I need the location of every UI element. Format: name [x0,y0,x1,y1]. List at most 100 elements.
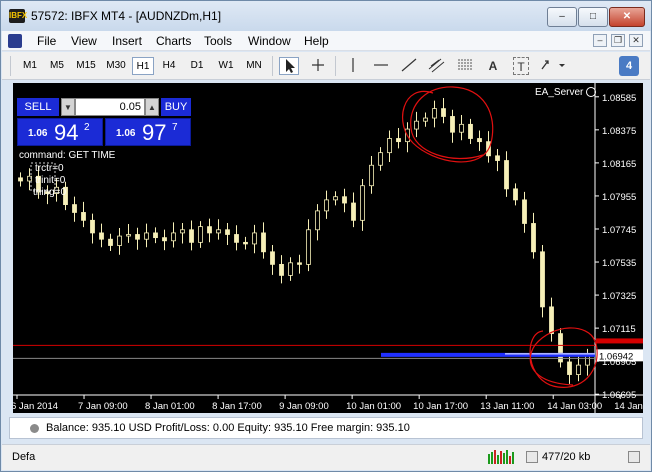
close-button[interactable]: ✕ [609,7,645,27]
candle-body [459,123,464,133]
candle-body [432,108,437,119]
sell-quote-fraction: 2 [84,122,90,133]
timeframe-w1[interactable]: W1 [214,57,238,75]
candle-body [378,152,383,166]
horizontal-line-icon[interactable] [371,57,391,75]
trendline-icon[interactable] [399,57,419,75]
timeframe-m30[interactable]: M30 [102,57,130,75]
candle-body [387,138,392,154]
vertical-line-icon[interactable] [343,57,363,75]
connection-status-icon [526,451,538,463]
fibonacci-icon[interactable] [455,57,475,75]
mdi-close-button[interactable]: ✕ [629,34,643,47]
buy-button[interactable]: BUY [161,98,191,116]
candle-body [189,229,194,243]
bid-price-label: 1.06942 [599,351,633,362]
candle-body [261,232,266,253]
equidistant-channel-icon[interactable] [427,57,447,75]
y-tick-label: 1.08375 [602,126,636,137]
candle-body [243,241,248,245]
candle-body [18,177,23,182]
crosshair-icon[interactable] [308,57,328,75]
x-tick-label: 13 Jan 11:00 [480,401,534,412]
x-tick-label: 9 Jan 09:00 [279,401,329,412]
sell-quote[interactable]: 1.06 94 2 [17,118,103,146]
candle-body [162,237,167,242]
candle-body [504,160,509,190]
candle-body [252,232,257,245]
toolbar-separator-2 [335,56,336,76]
lot-size-input[interactable]: 0.05 [75,98,145,116]
triing-text: triing=0 [33,187,67,198]
terminal-window: IBFX 57572: IBFX MT4 - [AUDNZDm,H1] – □ … [0,0,652,472]
timeframe-m5[interactable]: M5 [45,57,69,75]
timeframe-d1[interactable]: D1 [186,57,208,75]
x-tick-label: 14 Jan 03:00 [547,401,602,412]
timeframe-h1[interactable]: H1 [132,57,154,75]
lot-decrease-button[interactable]: ▼ [61,98,75,116]
menu-view[interactable]: View [71,34,97,48]
maximize-button[interactable]: □ [578,7,608,27]
timeframe-m15[interactable]: M15 [72,57,100,75]
menu-insert[interactable]: Insert [112,34,142,48]
sell-button[interactable]: SELL [17,98,59,116]
timeframe-h4[interactable]: H4 [158,57,180,75]
menu-tools[interactable]: Tools [204,34,232,48]
y-tick-label: 1.08165 [602,159,636,170]
profile-name: Defa [12,451,36,463]
arrows-menu-icon[interactable] [539,57,567,75]
chart-window-icon[interactable] [8,34,22,48]
x-tick-label: 7 Jan 09:00 [78,401,128,412]
lot-increase-button[interactable]: ▲ [145,98,159,116]
text-label-icon[interactable]: T [513,57,529,75]
candle-body [396,138,401,143]
menu-charts[interactable]: Charts [156,34,191,48]
x-tick-label: 10 Jan 17:00 [413,401,468,412]
candle-body [324,199,329,212]
menu-help[interactable]: Help [304,34,329,48]
bottom-status-bar: Defa 477/20 kb [2,444,650,470]
candle-body [540,251,545,308]
menu-window[interactable]: Window [248,34,291,48]
timeframe-m1[interactable]: M1 [18,57,42,75]
candle-body [135,234,140,240]
window-title: 57572: IBFX MT4 - [AUDNZDm,H1] [31,9,222,23]
y-tick-label: 1.07115 [602,324,636,335]
candle-body [333,196,338,201]
connection-bars-icon [488,450,516,464]
candle-body [117,235,122,246]
candle-body [567,361,572,375]
buy-quote-fraction: 7 [172,122,178,133]
buy-quote-prefix: 1.06 [116,128,136,139]
notification-badge[interactable]: 4 [619,56,639,76]
candle-body [531,223,536,253]
candle-body [180,229,185,234]
buy-quote[interactable]: 1.06 97 7 [105,118,191,146]
text-icon[interactable]: A [483,57,503,75]
menu-file[interactable]: File [37,34,56,48]
candle-body [477,138,482,143]
mdi-minimize-button[interactable]: – [593,34,607,47]
y-tick-label: 1.07955 [602,192,636,203]
sell-quote-pips: 94 [54,120,79,145]
resize-grip-icon[interactable] [628,451,640,463]
mdi-restore-button[interactable]: ❐ [611,34,625,47]
toolbar: M1 M5 M15 M30 H1 H4 D1 W1 MN A T [2,52,650,80]
minimize-button[interactable]: – [547,7,577,27]
candle-body [414,120,419,130]
timeframe-mn[interactable]: MN [241,57,267,75]
toolbar-separator [272,56,273,76]
arrow-cursor-icon[interactable] [279,57,299,75]
candle-body [342,196,347,204]
candle-body [90,219,95,234]
y-tick-label: 1.07745 [602,225,636,236]
candle-body [225,229,230,235]
candle-body [558,333,563,363]
candle-body [153,232,158,239]
menu-bar: File View Insert Charts Tools Window Hel… [2,31,650,51]
red-line-price-tag [596,338,643,344]
x-tick-label: 10 Jan 01:00 [346,401,401,412]
x-tick-label: 8 Jan 17:00 [212,401,262,412]
candle-body [144,232,149,240]
candle-body [207,226,212,234]
